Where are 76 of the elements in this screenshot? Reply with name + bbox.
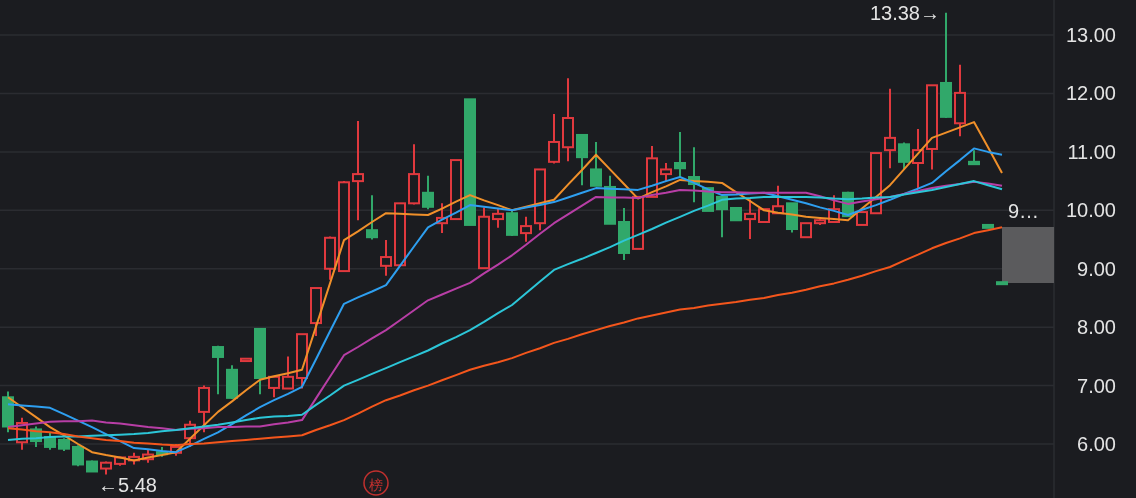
candlestick <box>814 218 826 226</box>
candlestick <box>534 168 546 232</box>
candlestick <box>800 222 812 239</box>
candlestick <box>674 131 686 178</box>
axis-label: 6.00 <box>1077 433 1116 455</box>
candlestick <box>618 207 630 261</box>
candlestick <box>44 431 56 451</box>
candlestick <box>408 143 420 206</box>
axis-label: 9.00 <box>1077 257 1116 280</box>
candlestick <box>436 202 448 235</box>
candlestick <box>394 202 406 267</box>
candlestick <box>646 145 658 198</box>
candlestick <box>16 416 28 451</box>
candlestick <box>856 211 868 226</box>
candlestick <box>422 174 434 211</box>
axis-label: 7.00 <box>1077 374 1116 397</box>
candlestick <box>170 443 182 457</box>
candlestick <box>758 208 770 223</box>
candlestick <box>114 455 126 467</box>
candlestick <box>520 215 532 243</box>
candlestick <box>450 159 462 221</box>
candlestick <box>576 133 588 187</box>
candlestick <box>128 451 140 466</box>
candlestick <box>380 239 392 277</box>
price-tag: 9… <box>1008 200 1040 222</box>
candlestick <box>688 146 700 204</box>
candlestick <box>2 390 14 434</box>
candlestick <box>254 327 266 396</box>
axis-label: 13.00 <box>1065 24 1116 47</box>
candlestick <box>198 384 210 434</box>
candlestick <box>912 128 924 190</box>
candlestick <box>212 344 224 396</box>
candlestick <box>828 194 840 223</box>
candlestick <box>156 445 168 458</box>
candlestick <box>660 162 672 183</box>
candlestick <box>478 206 490 270</box>
candlestick <box>632 195 644 250</box>
candlestick <box>366 194 378 241</box>
candlestick <box>506 209 518 238</box>
axis-label: 11.00 <box>1067 140 1116 163</box>
axis-label: 10.00 <box>1065 199 1116 222</box>
candlestick <box>296 333 308 390</box>
candlestick <box>898 141 910 171</box>
candlestick <box>772 184 784 215</box>
candlestick <box>86 459 98 474</box>
rank-badge[interactable]: 榜 <box>363 470 389 496</box>
candlestick <box>590 140 602 187</box>
candlestick <box>100 460 112 476</box>
price-annotation: ←5.48 <box>98 474 157 497</box>
candlestick <box>870 152 882 215</box>
candlestick <box>58 437 70 453</box>
candlestick <box>240 357 252 363</box>
candlestick <box>282 355 294 390</box>
candlestick <box>324 235 336 281</box>
candlestick <box>716 195 728 239</box>
axis-label: 8.00 <box>1077 316 1116 339</box>
candlestick <box>968 149 980 166</box>
candlestick <box>730 207 742 222</box>
candlestick <box>310 287 322 337</box>
axis-label: 12.00 <box>1065 82 1116 105</box>
candlestick <box>492 207 504 229</box>
candlestick <box>996 281 1008 286</box>
price-annotation: 13.38→ <box>869 1 940 24</box>
candlestick <box>982 223 994 229</box>
candlestick <box>604 174 616 225</box>
candlestick <box>142 448 154 464</box>
candlestick <box>702 187 714 212</box>
candlestick <box>226 364 238 401</box>
candlestick <box>744 198 756 240</box>
candlestick <box>842 190 854 218</box>
price-range-box <box>1002 227 1054 283</box>
candlestick <box>268 375 280 399</box>
candlestick <box>786 202 798 234</box>
candlestick <box>72 444 84 468</box>
candlestick <box>548 112 560 165</box>
candlestick <box>30 425 42 448</box>
